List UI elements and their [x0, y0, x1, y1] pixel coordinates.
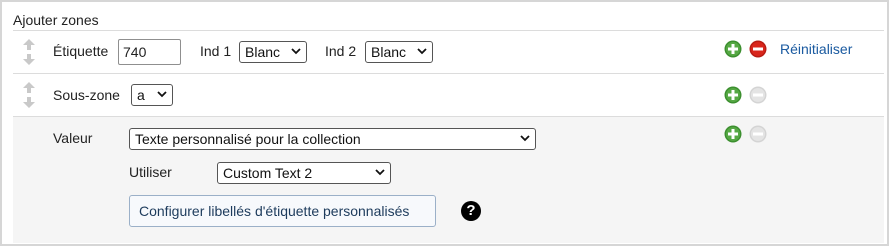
- chevron-down-icon: [291, 48, 301, 55]
- use-label: Utiliser: [129, 164, 172, 180]
- value-select-text: Texte personnalisé pour la collection: [135, 131, 361, 147]
- tag-label: Étiquette: [53, 43, 109, 59]
- subfield-label: Sous-zone: [53, 87, 120, 103]
- drag-handle-icon[interactable]: [22, 82, 36, 108]
- use-select-text: Custom Text 2: [223, 165, 313, 181]
- use-select[interactable]: Custom Text 2: [217, 162, 391, 184]
- chevron-down-icon: [417, 48, 427, 55]
- help-icon[interactable]: ?: [461, 201, 481, 221]
- value-select[interactable]: Texte personnalisé pour la collection: [129, 128, 536, 150]
- reset-link[interactable]: Réinitialiser: [780, 41, 852, 57]
- tag-input[interactable]: [118, 39, 181, 65]
- remove-value-icon-disabled: [749, 125, 767, 143]
- remove-field-icon[interactable]: [749, 40, 767, 58]
- remove-subfield-icon-disabled: [749, 86, 767, 104]
- ind1-select[interactable]: Blanc: [239, 41, 307, 63]
- add-field-icon[interactable]: [724, 40, 742, 58]
- ind1-value: Blanc: [245, 44, 281, 60]
- value-row: Valeur Texte personnalisé pour la collec…: [13, 116, 884, 243]
- ind1-label: Ind 1: [200, 43, 232, 59]
- ind2-select[interactable]: Blanc: [365, 41, 433, 63]
- add-value-icon[interactable]: [724, 125, 742, 143]
- chevron-down-icon: [157, 91, 167, 98]
- drag-handle-icon[interactable]: [22, 39, 36, 65]
- chevron-down-icon: [520, 135, 530, 142]
- subfield-value: a: [137, 87, 145, 103]
- panel-heading: Ajouter zones: [13, 12, 99, 28]
- subfield-select[interactable]: a: [131, 84, 173, 106]
- add-subfield-icon[interactable]: [724, 86, 742, 104]
- configure-labels-button[interactable]: Configurer libellés d'étiquette personna…: [129, 195, 436, 227]
- ind2-value: Blanc: [371, 44, 407, 60]
- tag-row: Étiquette Ind 1 Blanc Ind 2 Blanc Réinit…: [13, 30, 884, 73]
- add-fields-panel: Ajouter zones Étiquette Ind 1 Blanc Ind …: [0, 0, 889, 246]
- ind2-label: Ind 2: [325, 43, 357, 59]
- chevron-down-icon: [375, 169, 385, 176]
- subfield-row: Sous-zone a: [13, 73, 884, 116]
- value-label: Valeur: [53, 130, 93, 146]
